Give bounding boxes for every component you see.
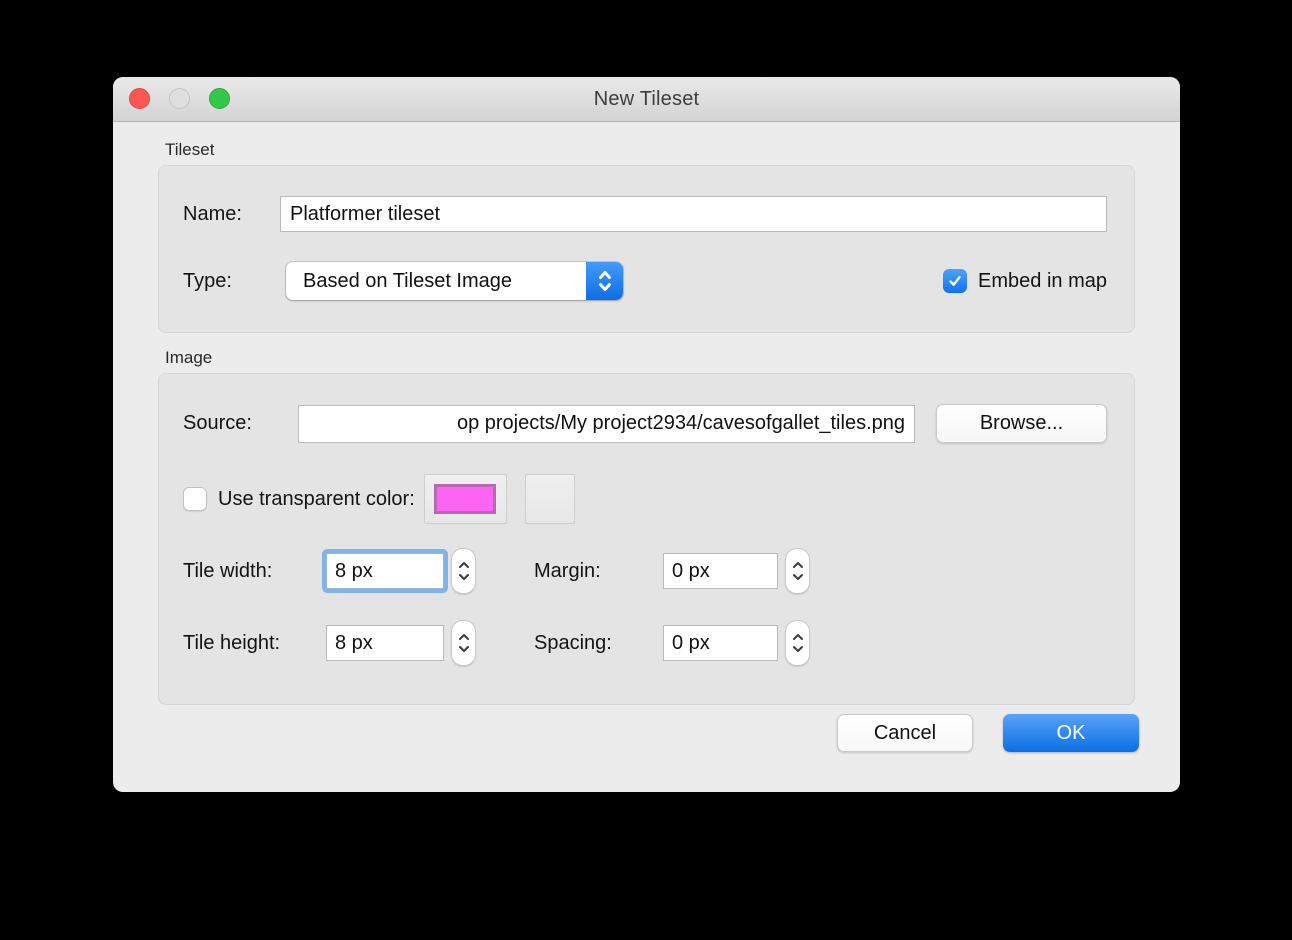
checkmark-icon [947, 273, 963, 289]
new-tileset-dialog: New Tileset Tileset Name: Type: Based on… [113, 77, 1180, 792]
margin-label: Margin: [534, 560, 663, 583]
source-input[interactable]: op projects/My project2934/cavesofgallet… [298, 405, 915, 443]
transparent-color-swatch-button[interactable] [424, 474, 507, 524]
type-dropdown[interactable]: Based on Tileset Image [286, 262, 623, 300]
type-row: Type: Based on Tileset Image [183, 262, 1107, 300]
tile-height-stepper[interactable] [451, 620, 476, 666]
traffic-lights [129, 88, 230, 109]
chevron-up-icon [458, 633, 470, 641]
embed-in-map-group: Embed in map [943, 269, 1107, 293]
margin-stepper[interactable] [785, 548, 810, 594]
name-row: Name: [183, 196, 1107, 232]
name-label: Name: [183, 203, 280, 226]
chevron-up-icon [792, 561, 804, 569]
color-swatch [434, 484, 496, 514]
tile-width-input[interactable] [326, 553, 444, 589]
name-input[interactable] [280, 196, 1107, 232]
tileset-groupbox: Name: Type: Based on Tileset Image [158, 165, 1135, 333]
tile-width-margin-row: Tile width: Margin: [183, 548, 1107, 594]
tile-height-input[interactable] [326, 625, 444, 661]
embed-in-map-checkbox[interactable] [943, 269, 967, 293]
spacing-label: Spacing: [534, 632, 663, 655]
screen-background: New Tileset Tileset Name: Type: Based on… [0, 0, 1292, 940]
chevron-down-icon [792, 573, 804, 581]
tile-width-stepper[interactable] [451, 548, 476, 594]
chevron-up-icon [458, 561, 470, 569]
source-label: Source: [183, 412, 298, 435]
tileset-section-label: Tileset [165, 140, 1135, 160]
tile-height-label: Tile height: [183, 632, 326, 655]
tile-height-spacing-row: Tile height: Spacing: [183, 620, 1107, 666]
tile-width-label: Tile width: [183, 560, 326, 583]
chevron-up-icon [792, 633, 804, 641]
dialog-body: Tileset Name: Type: Based on Tileset Ima… [113, 122, 1180, 793]
dialog-buttons: Cancel OK [837, 714, 1139, 752]
margin-input[interactable] [663, 553, 778, 589]
zoom-button[interactable] [209, 88, 230, 109]
transparent-color-row: Use transparent color: [183, 474, 1107, 524]
close-button[interactable] [129, 88, 150, 109]
chevron-up-down-icon [586, 262, 623, 300]
type-dropdown-value: Based on Tileset Image [286, 270, 586, 293]
cancel-button[interactable]: Cancel [837, 714, 973, 752]
image-groupbox: Source: op projects/My project2934/caves… [158, 373, 1135, 705]
spacing-input[interactable] [663, 625, 778, 661]
ok-button[interactable]: OK [1003, 714, 1139, 752]
type-label: Type: [183, 270, 286, 293]
titlebar[interactable]: New Tileset [113, 77, 1180, 122]
embed-in-map-label: Embed in map [978, 270, 1107, 293]
chevron-down-icon [458, 645, 470, 653]
use-transparent-color-label: Use transparent color: [218, 488, 415, 511]
color-picker-button[interactable] [525, 474, 575, 524]
use-transparent-color-checkbox[interactable] [183, 487, 207, 511]
source-row: Source: op projects/My project2934/caves… [183, 404, 1107, 443]
chevron-down-icon [792, 645, 804, 653]
window-title: New Tileset [594, 88, 700, 111]
spacing-stepper[interactable] [785, 620, 810, 666]
source-path-text: op projects/My project2934/cavesofgallet… [457, 412, 905, 435]
browse-button[interactable]: Browse... [936, 404, 1107, 443]
minimize-button [169, 88, 190, 109]
chevron-down-icon [458, 573, 470, 581]
image-section-label: Image [165, 348, 1135, 368]
